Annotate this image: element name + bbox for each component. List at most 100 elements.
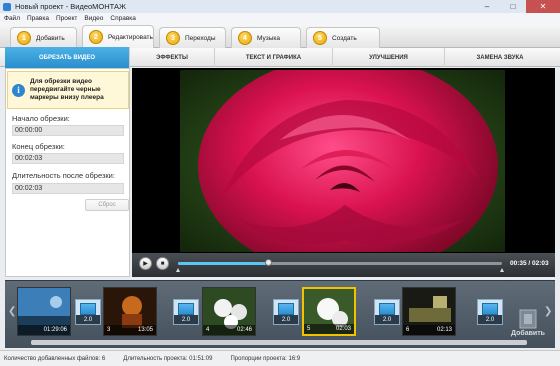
- video-preview[interactable]: [180, 70, 505, 252]
- clip-info: 3 13:05: [104, 325, 156, 335]
- maximize-icon[interactable]: □: [500, 0, 526, 13]
- clip-duration: 02:46: [236, 327, 252, 333]
- clip-info: 5 02:03: [304, 324, 354, 334]
- transition-icon: [482, 303, 498, 315]
- tab-text-graphics[interactable]: ТЕКСТ И ГРАФИКА: [215, 48, 333, 67]
- clip-info: 4 02:46: [203, 325, 255, 335]
- clip-info: 01:29:06: [18, 325, 70, 335]
- step-number-icon: 3: [166, 31, 180, 45]
- step-number-icon: 4: [238, 31, 252, 45]
- trim-duration-label: Длительность после обрезки:: [12, 171, 115, 180]
- transition[interactable]: 2.0: [374, 299, 400, 325]
- transition-icon: [278, 303, 294, 315]
- play-icon[interactable]: ▶: [139, 257, 152, 270]
- app-icon: [3, 2, 11, 11]
- film-icon: [519, 309, 537, 329]
- step-number-icon: 5: [313, 31, 327, 45]
- seek-progress: [178, 262, 269, 265]
- timeline-clip[interactable]: 01:29:06: [17, 287, 71, 336]
- timeline: ❮ ❯ 01:29:06 2.0 3 13:05 2.0 4 02:46 2.0 5…: [5, 280, 555, 348]
- clip-number: 3: [107, 327, 111, 333]
- window-controls: – □ ✕: [474, 0, 560, 13]
- add-clip-button[interactable]: Добавить: [510, 289, 546, 337]
- stop-icon[interactable]: ■: [156, 257, 169, 270]
- clip-info: 6 02:13: [403, 325, 455, 335]
- trim-start-field: 00:00:00: [12, 125, 124, 136]
- menu-video[interactable]: Видео: [84, 15, 103, 22]
- close-icon[interactable]: ✕: [526, 0, 560, 13]
- step-edit[interactable]: 2 Редактировать: [82, 25, 154, 48]
- trim-duration-field: 00:02:03: [12, 183, 124, 194]
- transition-duration: 2.0: [76, 315, 100, 324]
- step-label: Переходы: [185, 34, 216, 42]
- tab-effects[interactable]: ЭФФЕКТЫ: [130, 48, 215, 67]
- step-number-icon: 2: [89, 30, 103, 44]
- step-add[interactable]: 1 Добавить: [10, 27, 77, 48]
- step-label: Добавить: [36, 34, 65, 42]
- add-clip-label: Добавить: [511, 330, 545, 337]
- window-title: Новый проект - ВидеоМОНТАЖ: [15, 2, 126, 11]
- step-music[interactable]: 4 Музыка: [231, 27, 301, 48]
- clip-number: 4: [206, 327, 210, 333]
- transition[interactable]: 2.0: [273, 299, 299, 325]
- transition-duration: 2.0: [478, 315, 502, 324]
- info-icon: i: [12, 83, 25, 97]
- clip-number: 5: [307, 326, 311, 332]
- timeline-scrollbar[interactable]: [31, 340, 527, 345]
- edit-tabs: ОБРЕЗАТЬ ВИДЕО ЭФФЕКТЫ ТЕКСТ И ГРАФИКА У…: [0, 47, 560, 68]
- seek-handle[interactable]: [265, 259, 273, 266]
- scrollbar-thumb[interactable]: [31, 340, 527, 345]
- trim-start-label: Начало обрезки:: [12, 114, 70, 123]
- seek-bar[interactable]: [178, 259, 502, 266]
- status-aspect-ratio: Пропорции проекта: 16:9: [230, 355, 301, 362]
- step-transitions[interactable]: 3 Переходы: [159, 27, 226, 48]
- minimize-icon[interactable]: –: [474, 0, 500, 13]
- menu-project[interactable]: Проект: [56, 15, 77, 22]
- scroll-left-icon[interactable]: ❮: [8, 306, 16, 317]
- video-player: ▶ ■ 00:35 / 02:03: [132, 68, 555, 277]
- time-display: 00:35 / 02:03: [510, 260, 549, 267]
- step-number-icon: 1: [17, 31, 31, 45]
- status-file-count: Количество добавленных файлов: 6: [4, 355, 106, 362]
- menu-bar: Файл Правка Проект Видео Справка: [0, 13, 560, 24]
- step-label: Создать: [332, 34, 357, 42]
- step-create[interactable]: 5 Создать: [306, 27, 380, 48]
- trim-panel: i Для обрезки видео передвигайте черные …: [5, 68, 130, 277]
- tab-replace-sound[interactable]: ЗАМЕНА ЗВУКА: [445, 48, 555, 67]
- tab-enhancements[interactable]: УЛУЧШЕНИЯ: [333, 48, 445, 67]
- menu-edit[interactable]: Правка: [27, 15, 49, 22]
- trim-end-label: Конец обрезки:: [12, 142, 65, 151]
- step-label: Редактировать: [108, 33, 153, 41]
- transition-icon: [379, 303, 395, 315]
- steps-bar: 1 Добавить 2 Редактировать 3 Переходы 4 …: [0, 24, 560, 48]
- status-bar: Количество добавленных файлов: 6 Длитель…: [0, 350, 560, 366]
- step-label: Музыка: [257, 34, 280, 42]
- trim-end-field: 00:02:03: [12, 153, 124, 164]
- transition-icon: [80, 303, 96, 315]
- clip-number: 6: [406, 327, 410, 333]
- title-bar: Новый проект - ВидеоМОНТАЖ – □ ✕: [0, 0, 560, 13]
- timeline-clip[interactable]: 3 13:05: [103, 287, 157, 336]
- tab-trim-video[interactable]: ОБРЕЗАТЬ ВИДЕО: [5, 47, 130, 68]
- clip-duration: 01:29:06: [43, 327, 67, 333]
- timeline-clip[interactable]: 6 02:13: [402, 287, 456, 336]
- transition-duration: 2.0: [274, 315, 298, 324]
- hint-text: Для обрезки видео передвигайте черные ма…: [30, 78, 104, 101]
- transition-duration: 2.0: [174, 315, 198, 324]
- transition-icon: [178, 303, 194, 315]
- timeline-clip-selected[interactable]: 5 02:03: [302, 287, 356, 336]
- reset-button[interactable]: Сброс: [85, 199, 129, 211]
- trim-end-marker[interactable]: [500, 268, 504, 272]
- menu-file[interactable]: Файл: [4, 15, 20, 22]
- clip-duration: 13:05: [137, 327, 153, 333]
- transition[interactable]: 2.0: [477, 299, 503, 325]
- transition[interactable]: 2.0: [75, 299, 101, 325]
- timeline-clip[interactable]: 4 02:46: [202, 287, 256, 336]
- transition[interactable]: 2.0: [173, 299, 199, 325]
- rose-image: [180, 70, 505, 252]
- transition-duration: 2.0: [375, 315, 399, 324]
- menu-help[interactable]: Справка: [110, 15, 136, 22]
- clip-duration: 02:13: [436, 327, 452, 333]
- trim-hint: i Для обрезки видео передвигайте черные …: [7, 71, 129, 109]
- trim-start-marker[interactable]: [176, 268, 180, 272]
